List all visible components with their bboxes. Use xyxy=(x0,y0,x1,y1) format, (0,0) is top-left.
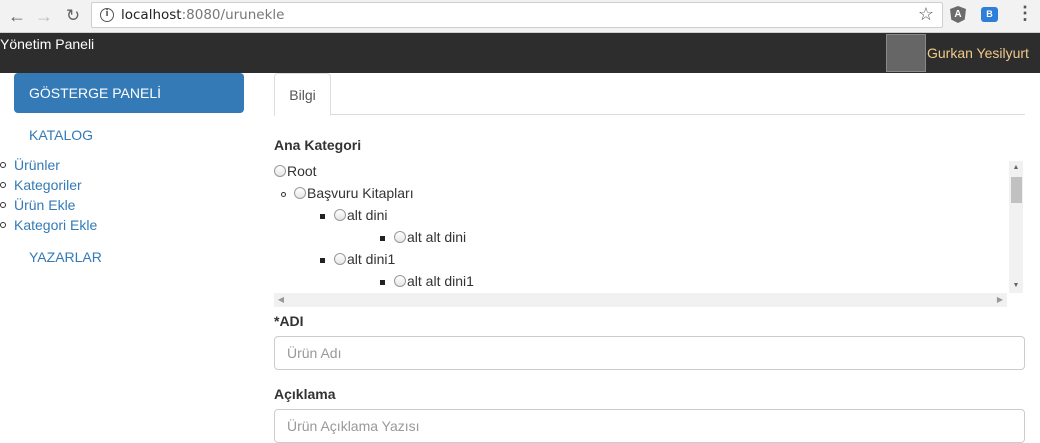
circle-bullet-icon xyxy=(281,192,286,197)
square-bullet-icon xyxy=(320,214,325,219)
category-tree: Root Başvuru Kitapları alt dini alt alt … xyxy=(274,161,1023,295)
bookmark-star-icon[interactable]: ☆ xyxy=(918,4,934,25)
scroll-up-arrow-icon[interactable]: ▲ xyxy=(1009,161,1023,175)
catalog-menu: Ürünler Kategoriler Ürün Ekle Kategori E… xyxy=(0,156,97,236)
square-bullet-icon xyxy=(380,236,385,241)
sidebar-item-label: Kategoriler xyxy=(14,177,82,193)
brand-title[interactable]: Yönetim Paneli xyxy=(0,36,94,52)
scrollbar-thumb[interactable] xyxy=(1011,177,1022,203)
tree-node-root[interactable]: Root xyxy=(274,161,317,181)
sidebar-item-label: Ürün Ekle xyxy=(14,197,76,213)
address-bar[interactable]: i localhost:8080/urunekle ☆ xyxy=(91,2,943,28)
angular-extension-icon[interactable]: A xyxy=(950,6,966,23)
browser-toolbar: ← → ↻ i localhost:8080/urunekle ☆ A B ⋮ xyxy=(0,0,1040,33)
vertical-scrollbar[interactable]: ▲ ▼ xyxy=(1009,161,1023,293)
tab-bar: Bilgi xyxy=(274,73,1025,116)
bullet-icon xyxy=(0,162,6,168)
radio-button[interactable] xyxy=(394,231,406,243)
forward-arrow-icon[interactable]: → xyxy=(33,5,55,27)
dashboard-button[interactable]: GÖSTERGE PANELİ xyxy=(14,73,244,113)
scroll-right-arrow-icon[interactable]: ▶ xyxy=(993,293,1007,307)
sidebar-item-categories[interactable]: Kategoriler xyxy=(0,176,97,196)
sidebar-item-add-product[interactable]: Ürün Ekle xyxy=(0,196,97,216)
main-content: Bilgi Ana Kategori Root Başvuru Kitaplar… xyxy=(274,73,1025,443)
back-arrow-icon[interactable]: ← xyxy=(6,5,28,27)
square-bullet-icon xyxy=(320,258,325,263)
radio-button[interactable] xyxy=(274,165,286,177)
radio-button[interactable] xyxy=(294,187,306,199)
description-label: Açıklama xyxy=(274,386,336,402)
scroll-left-arrow-icon[interactable]: ◀ xyxy=(274,293,288,307)
square-bullet-icon xyxy=(380,280,385,285)
tree-node-reference-books[interactable]: Başvuru Kitapları xyxy=(294,183,414,203)
bullet-icon xyxy=(0,182,6,188)
reload-icon[interactable]: ↻ xyxy=(62,5,84,27)
tree-node-label: alt alt dini1 xyxy=(407,273,474,289)
browser-menu-icon[interactable]: ⋮ xyxy=(1016,3,1034,24)
product-name-input[interactable] xyxy=(274,336,1025,370)
radio-button[interactable] xyxy=(334,253,346,265)
radio-button[interactable] xyxy=(334,209,346,221)
name-label: *ADI xyxy=(274,313,304,329)
user-name-link[interactable]: Gurkan Yesilyurt xyxy=(927,45,1029,61)
product-description-input[interactable] xyxy=(274,409,1025,443)
category-label: Ana Kategori xyxy=(274,137,362,153)
tree-node-alt-alt-dini1[interactable]: alt alt dini1 xyxy=(394,271,474,291)
sidebar-item-products[interactable]: Ürünler xyxy=(0,156,97,176)
tree-node-alt-dini[interactable]: alt dini xyxy=(334,205,387,225)
info-icon[interactable]: i xyxy=(100,8,114,22)
tree-node-alt-alt-dini[interactable]: alt alt dini xyxy=(394,227,466,247)
tree-node-label: alt dini xyxy=(347,207,388,223)
tree-node-label: Root xyxy=(287,163,317,179)
authors-link[interactable]: YAZARLAR xyxy=(29,249,102,265)
url-host: localhost xyxy=(121,7,182,23)
bullet-icon xyxy=(0,222,6,228)
scroll-down-arrow-icon[interactable]: ▼ xyxy=(1009,279,1023,293)
radio-button[interactable] xyxy=(394,275,406,287)
blue-extension-icon[interactable]: B xyxy=(981,7,998,22)
top-navbar: Yönetim Paneli Gurkan Yesilyurt xyxy=(0,33,1040,73)
horizontal-scrollbar[interactable]: ◀ ▶ xyxy=(274,293,1007,307)
tree-node-label: Başvuru Kitapları xyxy=(307,185,414,201)
user-avatar[interactable] xyxy=(886,34,926,72)
sidebar-item-add-category[interactable]: Kategori Ekle xyxy=(0,216,97,236)
tree-node-label: alt alt dini xyxy=(407,229,467,245)
bullet-icon xyxy=(0,202,6,208)
sidebar: GÖSTERGE PANELİ KATALOG Ürünler Kategori… xyxy=(0,73,260,427)
sidebar-item-label: Kategori Ekle xyxy=(14,217,98,233)
sidebar-item-label: Ürünler xyxy=(14,157,60,173)
tab-info[interactable]: Bilgi xyxy=(274,73,331,116)
tree-node-alt-dini1[interactable]: alt dini1 xyxy=(334,249,395,269)
url-text[interactable]: localhost:8080/urunekle xyxy=(121,7,284,23)
tree-node-label: alt dini1 xyxy=(347,251,396,267)
catalog-link[interactable]: KATALOG xyxy=(29,127,93,143)
url-path: :8080/urunekle xyxy=(181,7,285,23)
